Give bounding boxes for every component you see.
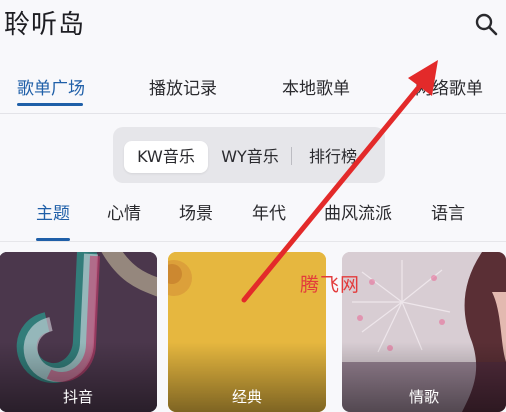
card-title: 经典 (231, 388, 262, 406)
search-icon (475, 13, 498, 36)
tab-local-playlists[interactable]: 本地歌单 (282, 74, 350, 99)
main-tabs: 歌单广场 播放记录 本地歌单 网络歌单 (0, 66, 506, 106)
search-button[interactable] (473, 11, 501, 39)
source-rankings[interactable]: 排行榜 (297, 141, 369, 173)
tab-online-playlists[interactable]: 网络歌单 (415, 74, 483, 99)
tabs-divider (0, 113, 506, 114)
category-era[interactable]: 年代 (252, 199, 286, 224)
tab-play-history[interactable]: 播放记录 (149, 74, 217, 99)
playlist-card[interactable]: 抖音 (0, 252, 157, 412)
category-language[interactable]: 语言 (431, 199, 465, 224)
playlist-card[interactable]: 情歌 (342, 252, 506, 412)
app-title: 聆听岛 (4, 10, 86, 40)
category-mood[interactable]: 心情 (107, 199, 141, 224)
card-title: 情歌 (408, 388, 439, 406)
tab-indicator (17, 103, 83, 106)
separator (291, 147, 292, 165)
tab-playlist-square[interactable]: 歌单广场 (17, 74, 85, 99)
watermark-text: 腾飞网 (300, 274, 361, 296)
source-kw-music[interactable]: KW音乐 (124, 141, 208, 173)
source-wy-music[interactable]: WY音乐 (211, 141, 289, 173)
category-divider (0, 241, 506, 242)
category-theme[interactable]: 主题 (36, 199, 70, 224)
category-scene[interactable]: 场景 (179, 199, 213, 224)
card-title: 抖音 (62, 388, 93, 406)
category-genre[interactable]: 曲风流派 (324, 199, 392, 224)
source-switcher: KW音乐 WY音乐 排行榜 (113, 127, 385, 183)
